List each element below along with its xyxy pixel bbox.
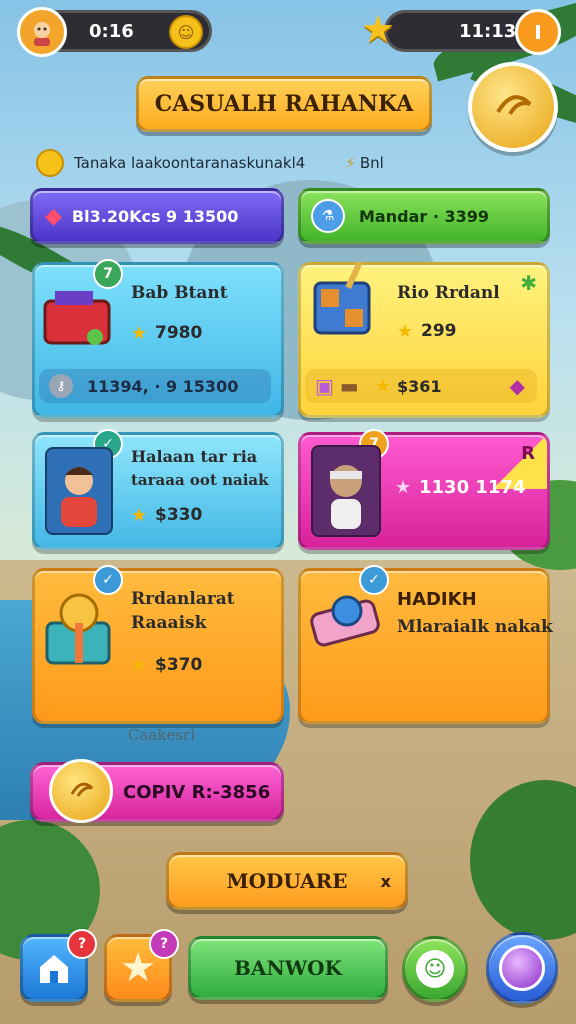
offer-button-green[interactable]: ⚗ Mandar · 3399 — [298, 188, 550, 244]
shop-card-character[interactable]: ✓ Halaan tar ria taraaa oot naiak ★ $330 — [32, 429, 284, 550]
card-title: HADIKH — [397, 589, 477, 610]
copy-label: COPIV R:-3856 — [123, 781, 271, 803]
star-icon: ★ — [131, 323, 148, 344]
card-subtitle: taraaa oot naiak — [131, 471, 269, 489]
card-price: $330 — [155, 505, 203, 525]
home-icon — [40, 955, 68, 983]
card-subtitle: Raaaisk — [131, 613, 207, 633]
caption-text: Caakesrl — [128, 726, 195, 744]
main-action-button[interactable]: BANWOK — [188, 936, 388, 1000]
card-footer: ▣ ▬ ★ $361 ◆ — [305, 369, 537, 403]
potion-icon: ⚗ — [311, 199, 345, 233]
card-footer-text: $361 — [396, 376, 442, 396]
treasure-chest-icon — [43, 291, 111, 345]
star-icon: ★ — [361, 7, 396, 51]
star-icon: ★ — [395, 477, 412, 498]
plus-icon — [536, 25, 540, 39]
swirl-coin-icon — [49, 759, 113, 823]
title-banner: CASUALH RAHANKA — [136, 76, 432, 132]
bonus-coin-icon[interactable] — [468, 62, 558, 152]
gift-box-icon — [45, 593, 111, 665]
coin-icon: ☺ — [169, 15, 203, 49]
card-title: Halaan tar ria — [131, 447, 258, 466]
offer-label: Bl3.20Kcs 9 13500 — [71, 206, 239, 226]
card-subtitle: Mlaraialk nakak — [397, 617, 553, 637]
copy-button[interactable]: COPIV R:-3856 — [30, 759, 284, 823]
info-line: Tanaka laakoontaranaskunakl4 ⚡ Bnl — [36, 149, 456, 177]
sparkle-icon: ✱ — [520, 271, 537, 295]
shop-card-yellow[interactable]: ✱ Rio Rrdanl ★ 299 ▣ ▬ ★ $361 ◆ — [298, 261, 550, 418]
shop-card-orange-2[interactable]: ✓ HADIKH Mlaraialk nakak — [298, 565, 553, 724]
notification-badge: ? — [149, 929, 179, 959]
avatar[interactable] — [17, 7, 67, 57]
orb-icon — [499, 945, 545, 991]
add-currency-button[interactable] — [515, 9, 561, 55]
boy-character-icon — [61, 467, 97, 527]
key-icon: ⚷ — [49, 374, 73, 398]
star-icon: ★ — [374, 375, 391, 397]
small-bolt-icon: ⚡ — [345, 154, 356, 172]
info-text: Tanaka laakoontaranaskunakl4 — [74, 154, 306, 172]
puzzle-box-icon — [313, 261, 371, 335]
coin-icon — [36, 149, 64, 177]
hud-right-bar: ★ 11:13 — [361, 7, 561, 55]
hud-left-value: 0:16 — [89, 20, 134, 42]
close-icon[interactable]: x — [381, 872, 391, 891]
chat-button[interactable]: ☺ — [402, 936, 468, 1002]
gem-icon: ◆ — [45, 203, 62, 229]
character-portrait — [311, 445, 381, 537]
swirl-icon — [70, 782, 94, 797]
star-icon: ★ — [397, 321, 414, 342]
card-title: Rio Rrdanl — [397, 283, 500, 303]
card-footer-text: 11394, · 9 15300 — [87, 376, 239, 396]
card-price: 7980 — [155, 323, 203, 343]
settings-button[interactable] — [486, 932, 558, 1004]
eraser-candy-icon — [310, 595, 380, 647]
gift-icon: ▣ — [315, 374, 334, 398]
card-price: $370 — [155, 655, 203, 675]
gem-icon: ◆ — [509, 374, 525, 398]
avatar-face-icon — [34, 22, 50, 46]
offer-label: Mandar · 3399 — [359, 206, 489, 226]
hud-right-value: 11:13 — [459, 20, 517, 42]
shop-card-orange[interactable]: ✓ Rrdanlarat Raaaisk ★ $370 — [32, 565, 284, 724]
card-title: Rrdanlarat — [131, 589, 235, 609]
offer-button-purple[interactable]: ◆ Bl3.20Kcs 9 13500 — [30, 188, 284, 244]
favorites-button[interactable]: ★ ? — [104, 929, 179, 1002]
character-portrait — [45, 447, 113, 535]
info-side-text: Bnl — [359, 154, 384, 172]
notification-badge: ? — [67, 929, 97, 959]
star-icon: ★ — [131, 505, 148, 526]
smile-icon: ☺ — [416, 950, 454, 988]
shop-card-blue[interactable]: 7 Bab Btant ★ 7980 ⚷ 11394, · 9 15300 — [32, 259, 284, 418]
hud-left-bar: 0:16 ☺ — [17, 7, 212, 57]
module-label: MODUARE — [226, 869, 348, 893]
cat-character-icon — [330, 465, 362, 529]
corner-letter: R — [521, 443, 535, 464]
main-action-label: BANWOK — [234, 956, 342, 980]
star-icon: ★ — [131, 655, 148, 676]
crate-icon: ▬ — [339, 374, 359, 398]
swirl-icon — [496, 95, 532, 116]
notification-badge: 7 — [93, 259, 123, 289]
card-price: 299 — [421, 321, 457, 341]
card-title: Bab Btant — [131, 283, 228, 303]
card-title: 1130 1174 — [419, 477, 526, 498]
module-button[interactable]: MODUARE x — [166, 852, 408, 910]
page-title: CASUALH RAHANKA — [154, 91, 414, 117]
card-footer: ⚷ 11394, · 9 15300 — [39, 369, 271, 403]
shop-card-pink[interactable]: 7 R ★ 1130 1174 — [298, 429, 550, 550]
home-button[interactable]: ? — [20, 929, 97, 1002]
